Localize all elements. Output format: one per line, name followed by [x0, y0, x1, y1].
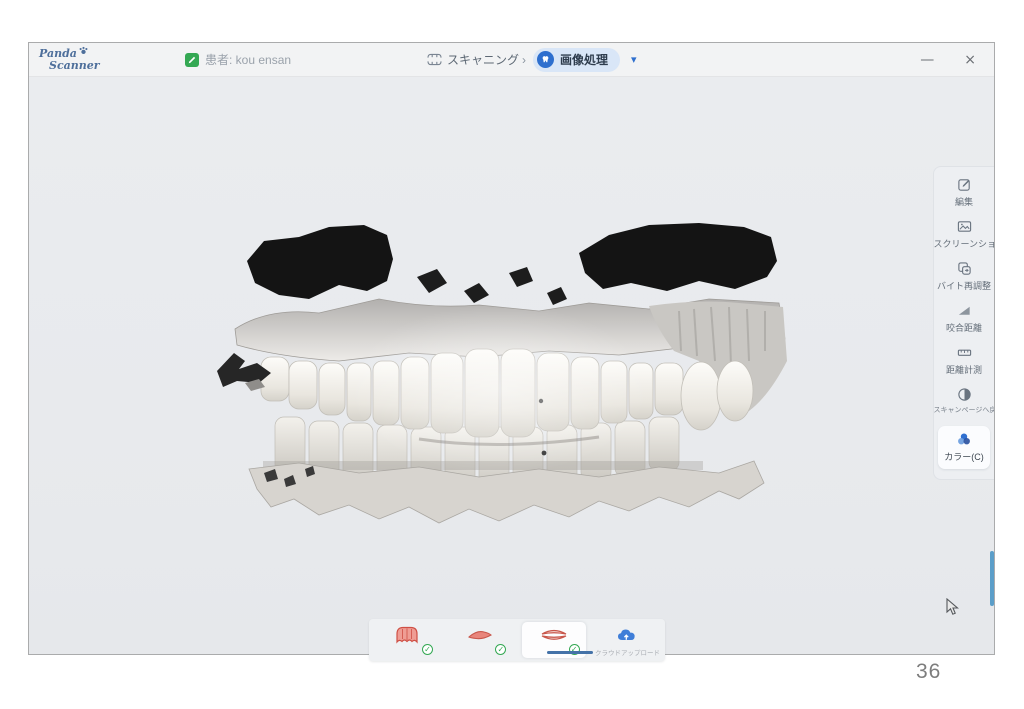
tool-color[interactable]: カラー(C) [938, 426, 990, 469]
upper-jaw-icon [394, 625, 420, 650]
tab-scanning[interactable]: スキャニング › [427, 51, 526, 68]
check-badge: ✓ [422, 644, 433, 655]
selected-tab-underline [547, 651, 593, 654]
tooth-icon [537, 51, 554, 68]
bottom-toolbar: ✓ ✓ ✓ [369, 619, 665, 661]
bite-readjust-icon [957, 261, 972, 276]
dropdown-caret-icon[interactable]: ▾ [631, 53, 637, 66]
tab-image-processing[interactable]: 画像処理 [533, 48, 620, 72]
tool-label: カラー(C) [944, 450, 984, 463]
tool-label: 咬合距離 [946, 321, 982, 334]
screenshot-icon [957, 219, 972, 234]
app-window: Panda Scanner 患者: kou ensan スキャニング [28, 42, 995, 655]
check-badge: ✓ [495, 644, 506, 655]
cloud-upload-icon [616, 627, 638, 648]
mouse-cursor [946, 598, 959, 616]
lower-jaw-icon [467, 627, 493, 648]
workflow-nav: スキャニング › 画像処理 ▾ [427, 43, 637, 76]
titlebar: Panda Scanner 患者: kou ensan スキャニング [29, 43, 994, 77]
upper-jaw-button[interactable]: ✓ [375, 622, 439, 658]
chevron-right-icon: › [522, 53, 526, 67]
minimize-button[interactable]: — [916, 51, 938, 69]
tool-occlusal-distance[interactable]: 咬合距離 [934, 303, 994, 334]
tool-label: スクリーンショット [934, 237, 994, 250]
slide-page-number: 36 [916, 660, 941, 684]
close-button[interactable]: × [960, 51, 980, 69]
tool-edit[interactable]: 編集 [934, 177, 994, 208]
tool-bite-readjust[interactable]: バイト再調整 [934, 261, 994, 292]
cloud-upload-label: クラウドアップロード [595, 647, 659, 657]
tool-back-to-scan[interactable]: スキャンページへ戻る [934, 387, 994, 415]
contrast-icon [957, 387, 972, 402]
lower-jaw-button[interactable]: ✓ [448, 622, 512, 658]
viewport-canvas[interactable] [29, 76, 994, 654]
patient-label: 患者: kou ensan [205, 51, 291, 68]
tool-label: バイト再調整 [937, 279, 991, 292]
measure-ruler-icon [957, 345, 972, 360]
occlusal-distance-icon [957, 303, 972, 318]
tool-label: 編集 [955, 195, 973, 208]
scanning-icon [427, 53, 442, 66]
right-toolbar: 編集 スクリーンショット バイト再調整 咬合距離 [933, 166, 994, 480]
tool-screenshot[interactable]: スクリーンショット [934, 219, 994, 250]
tool-label: 距離計測 [946, 363, 982, 376]
tool-distance-measure[interactable]: 距離計測 [934, 345, 994, 376]
color-icon [956, 432, 972, 447]
tool-label: スキャンページへ戻る [934, 405, 994, 415]
edit-patient-icon[interactable] [185, 53, 199, 67]
app-logo: Panda Scanner [39, 46, 100, 72]
patient-info[interactable]: 患者: kou ensan [185, 43, 291, 76]
edit-icon [957, 177, 972, 192]
edge-scroll-indicator[interactable] [990, 551, 994, 606]
paw-icon [79, 46, 88, 58]
cloud-upload-button[interactable]: クラウドアップロード [595, 622, 659, 658]
occlusion-icon [540, 626, 568, 649]
tab-image-processing-label: 画像処理 [560, 51, 608, 68]
dental-scan-model[interactable] [179, 211, 819, 551]
logo-line2: Scanner [49, 60, 100, 72]
window-controls: — × [916, 43, 980, 76]
tab-scanning-label: スキャニング [447, 51, 519, 68]
